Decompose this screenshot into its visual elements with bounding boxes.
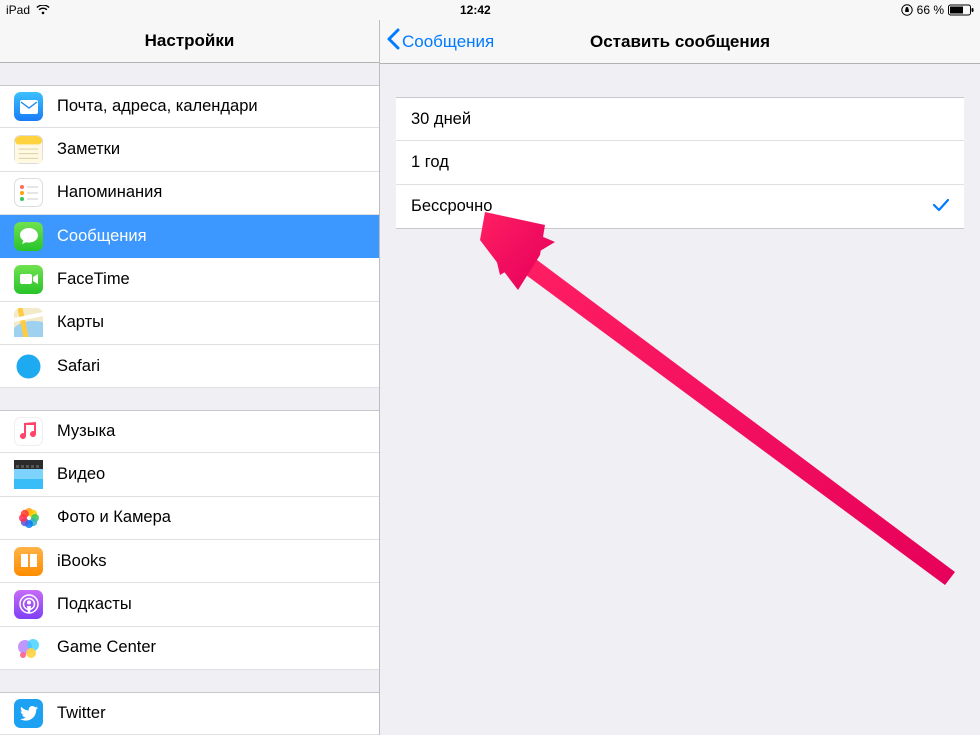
sidebar-item-facetime[interactable]: FaceTime xyxy=(0,258,379,301)
sidebar-item-gamecenter[interactable]: Game Center xyxy=(0,627,379,670)
option-label: Бессрочно xyxy=(411,197,933,216)
settings-sidebar: Настройки Почта, адреса, календари Замет… xyxy=(0,20,380,735)
sidebar-item-label: Twitter xyxy=(57,704,106,723)
option-label: 1 год xyxy=(411,153,949,172)
mail-icon xyxy=(14,92,43,121)
detail-pane: Сообщения Оставить сообщения 30 дней 1 г… xyxy=(380,20,980,735)
sidebar-item-podcasts[interactable]: Подкасты xyxy=(0,583,379,626)
sidebar-title: Настройки xyxy=(0,31,379,51)
sidebar-item-label: Фото и Камера xyxy=(57,508,171,527)
sidebar-item-label: Сообщения xyxy=(57,227,147,246)
safari-icon xyxy=(14,352,43,381)
maps-icon xyxy=(14,308,43,337)
device-label: iPad xyxy=(6,3,30,17)
battery-icon xyxy=(948,4,974,16)
sidebar-item-photos[interactable]: Фото и Камера xyxy=(0,497,379,540)
option-30-days[interactable]: 30 дней xyxy=(396,97,964,141)
status-left: iPad xyxy=(6,3,50,17)
sidebar-item-label: Почта, адреса, календари xyxy=(57,97,258,116)
sidebar-item-label: Заметки xyxy=(57,140,120,159)
sidebar-item-reminders[interactable]: Напоминания xyxy=(0,172,379,215)
sidebar-navbar: Настройки xyxy=(0,20,379,63)
checkmark-icon xyxy=(933,196,949,217)
chevron-left-icon xyxy=(386,28,400,55)
sidebar-item-label: Game Center xyxy=(57,638,156,657)
photos-icon xyxy=(14,503,43,532)
status-time: 12:42 xyxy=(50,3,901,17)
sidebar-item-label: Safari xyxy=(57,357,100,376)
orientation-lock-icon xyxy=(901,4,913,16)
group-gap xyxy=(0,388,379,410)
sidebar-item-safari[interactable]: Safari xyxy=(0,345,379,388)
option-1-year[interactable]: 1 год xyxy=(396,141,964,185)
sidebar-item-twitter[interactable]: Twitter xyxy=(0,692,379,735)
sidebar-item-music[interactable]: Музыка xyxy=(0,410,379,453)
option-label: 30 дней xyxy=(411,110,949,129)
back-button[interactable]: Сообщения xyxy=(380,28,494,55)
ibooks-icon xyxy=(14,547,43,576)
messages-icon xyxy=(14,222,43,251)
videos-icon xyxy=(14,460,43,489)
sidebar-item-messages[interactable]: Сообщения xyxy=(0,215,379,258)
sidebar-item-label: FaceTime xyxy=(57,270,130,289)
gamecenter-icon xyxy=(14,633,43,662)
option-forever[interactable]: Бессрочно xyxy=(396,185,964,229)
sidebar-item-ibooks[interactable]: iBooks xyxy=(0,540,379,583)
sidebar-item-notes[interactable]: Заметки xyxy=(0,128,379,171)
sidebar-item-maps[interactable]: Карты xyxy=(0,302,379,345)
status-bar: iPad 12:42 66 % xyxy=(0,0,980,20)
twitter-icon xyxy=(14,699,43,728)
sidebar-item-videos[interactable]: Видео xyxy=(0,453,379,496)
notes-icon xyxy=(14,135,43,164)
sidebar-item-label: Карты xyxy=(57,313,104,332)
sidebar-item-label: Напоминания xyxy=(57,183,162,202)
wifi-icon xyxy=(36,5,50,15)
status-right: 66 % xyxy=(901,3,974,17)
battery-percent: 66 % xyxy=(917,3,944,17)
back-label: Сообщения xyxy=(402,32,494,52)
detail-navbar: Сообщения Оставить сообщения xyxy=(380,20,980,64)
sidebar-item-label: Музыка xyxy=(57,422,115,441)
group-gap xyxy=(0,670,379,692)
sidebar-item-mail[interactable]: Почта, адреса, календари xyxy=(0,85,379,128)
reminders-icon xyxy=(14,178,43,207)
keep-messages-options: 30 дней 1 год Бессрочно xyxy=(396,97,964,229)
sidebar-item-label: iBooks xyxy=(57,552,107,571)
sidebar-item-label: Подкасты xyxy=(57,595,132,614)
music-icon xyxy=(14,417,43,446)
podcasts-icon xyxy=(14,590,43,619)
group-gap xyxy=(0,63,379,85)
facetime-icon xyxy=(14,265,43,294)
sidebar-item-label: Видео xyxy=(57,465,105,484)
